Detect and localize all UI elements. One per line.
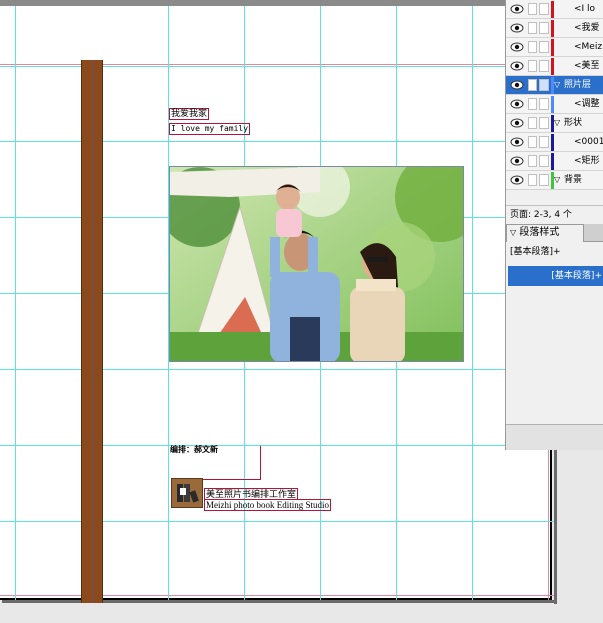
layer-row[interactable]: <0001 — [506, 133, 603, 152]
eye-icon[interactable] — [510, 174, 524, 186]
layer-row[interactable]: ▽ 照片层 — [506, 76, 603, 95]
layer-swatch — [539, 22, 549, 34]
current-paragraph-style: [基本段落]+ — [510, 247, 561, 257]
layer-color-bar — [551, 39, 554, 56]
frame-edge — [260, 446, 261, 479]
chevron-down-icon: ▽ — [510, 228, 517, 237]
lock-toggle[interactable] — [528, 41, 537, 53]
lock-toggle[interactable] — [528, 22, 537, 34]
layers-panel[interactable]: <I lo <我爱 <Meiz <美至 ▽ 照片层 <调整 ▽ 形状 <0001 <矩形 ▽ 背景 页面… — [505, 0, 603, 450]
layer-swatch — [539, 174, 549, 186]
editor-text[interactable]: 编排：郝文新 — [169, 445, 219, 455]
eye-icon[interactable] — [510, 136, 524, 148]
family-photo-frame[interactable] — [169, 166, 464, 362]
lock-toggle[interactable] — [528, 174, 537, 186]
layer-swatch — [539, 3, 549, 15]
layer-row[interactable]: <我爱 — [506, 19, 603, 38]
book-logo-icon — [177, 484, 199, 503]
paragraph-style-item[interactable]: [基本段落]+ — [508, 266, 603, 286]
lock-toggle[interactable] — [528, 79, 537, 91]
subtitle-text-frame[interactable]: I love my family — [169, 123, 251, 135]
layer-swatch — [539, 79, 549, 91]
expand-triangle-icon[interactable]: ▽ — [554, 171, 560, 189]
eye-icon[interactable] — [510, 79, 524, 91]
layer-color-bar — [551, 134, 554, 151]
layer-label: <美至 — [574, 61, 600, 71]
eye-icon[interactable] — [510, 117, 524, 129]
lock-toggle[interactable] — [528, 98, 537, 110]
layer-color-bar — [551, 96, 554, 113]
layer-label: <Meiz — [574, 42, 603, 52]
family-photo — [170, 167, 463, 361]
layer-color-bar — [551, 153, 554, 170]
eye-icon[interactable] — [510, 3, 524, 15]
tab-paragraph-styles-label: 段落样式 — [519, 227, 560, 238]
layer-label: 背景 — [564, 175, 583, 185]
lock-toggle[interactable] — [528, 117, 537, 129]
layer-label: <矩形 — [574, 156, 600, 166]
lock-toggle[interactable] — [528, 136, 537, 148]
panel-bottom-bar — [506, 424, 603, 450]
grid-guide-v — [472, 6, 473, 600]
tab-paragraph-styles[interactable]: ▽ 段落样式 — [506, 224, 584, 242]
spine-center-line — [92, 60, 93, 603]
studio-logo[interactable] — [171, 478, 203, 508]
layer-swatch — [539, 60, 549, 72]
lock-toggle[interactable] — [528, 3, 537, 15]
layer-row[interactable]: <I lo — [506, 0, 603, 19]
layer-color-bar — [551, 58, 554, 75]
expand-triangle-icon[interactable]: ▽ — [554, 76, 560, 94]
layer-color-bar — [551, 1, 554, 18]
layer-row[interactable]: <Meiz — [506, 38, 603, 57]
studio-en-text[interactable]: Meizhi photo book Editing Studio — [204, 499, 331, 511]
layer-swatch — [539, 41, 549, 53]
eye-icon[interactable] — [510, 98, 524, 110]
layer-swatch — [539, 98, 549, 110]
layer-swatch — [539, 136, 549, 148]
layer-label: <0001 — [574, 137, 603, 147]
layer-row[interactable]: ▽ 背景 — [506, 171, 603, 190]
layer-label: <调整 — [574, 99, 600, 109]
book-spine[interactable] — [81, 60, 103, 603]
expand-triangle-icon[interactable]: ▽ — [554, 114, 560, 132]
lock-toggle[interactable] — [528, 60, 537, 72]
layer-row[interactable]: <调整 — [506, 95, 603, 114]
layer-label: 照片层 — [564, 80, 592, 90]
layer-label: 形状 — [564, 118, 583, 128]
title-text-frame[interactable]: 我爱我家 — [169, 108, 210, 120]
layer-swatch — [539, 117, 549, 129]
eye-icon[interactable] — [510, 60, 524, 72]
eye-icon[interactable] — [510, 22, 524, 34]
layers-footer-text: 页面: 2-3, 4 个 — [506, 205, 603, 223]
grid-guide-v — [15, 6, 16, 600]
layer-row[interactable]: <矩形 — [506, 152, 603, 171]
layer-label: <我爱 — [574, 23, 600, 33]
layer-row[interactable]: ▽ 形状 — [506, 114, 603, 133]
layer-row[interactable]: <美至 — [506, 57, 603, 76]
eye-icon[interactable] — [510, 41, 524, 53]
eye-icon[interactable] — [510, 155, 524, 167]
layer-label: <I lo — [574, 4, 596, 14]
layer-color-bar — [551, 20, 554, 37]
lock-toggle[interactable] — [528, 155, 537, 167]
layer-swatch — [539, 155, 549, 167]
